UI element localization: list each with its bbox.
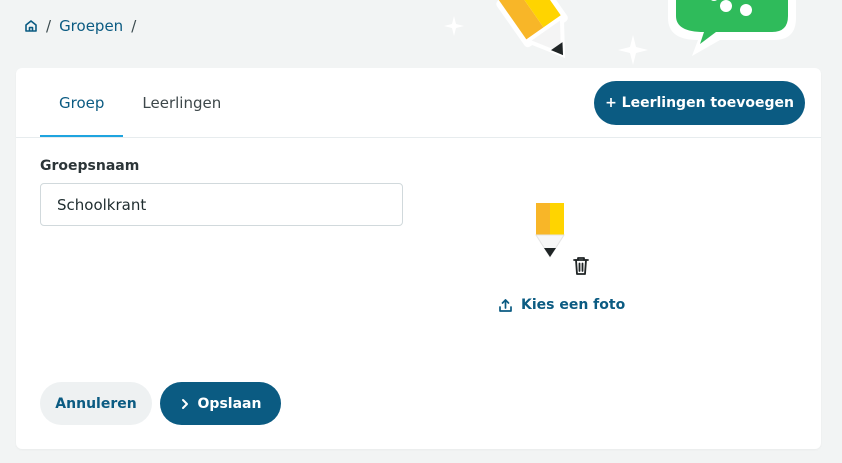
add-students-button[interactable]: + Leerlingen toevoegen (594, 81, 805, 125)
cancel-button[interactable]: Annuleren (40, 382, 152, 425)
pencil-icon (534, 202, 566, 258)
choose-photo-button[interactable]: Kies een foto (498, 297, 625, 313)
group-card: Groep Leerlingen + Leerlingen toevoegen … (16, 68, 821, 449)
tab-label: Leerlingen (142, 94, 222, 112)
choose-photo-label: Kies een foto (521, 297, 626, 313)
header-sparkle-icon (618, 35, 648, 65)
tab-label: Groep (59, 94, 105, 112)
upload-icon (499, 298, 512, 312)
home-icon[interactable] (24, 19, 38, 33)
header-chat-bubble-icon (668, 0, 796, 56)
page: / Groepen / Groep Leerlingen + Leerlinge… (0, 0, 842, 463)
breadcrumb: / Groepen / (24, 17, 136, 35)
header-pencil-icon (444, 0, 568, 59)
tab-divider (16, 137, 821, 138)
chevron-right-icon (181, 398, 188, 409)
breadcrumb-separator: / (131, 17, 137, 35)
save-label: Opslaan (197, 395, 262, 412)
breadcrumb-item-groepen[interactable]: Groepen (59, 17, 123, 35)
tab-groep[interactable]: Groep (40, 68, 124, 138)
group-name-label: Groepsnaam (40, 158, 140, 174)
tab-leerlingen[interactable]: Leerlingen (123, 68, 240, 138)
save-button[interactable]: Opslaan (160, 382, 281, 425)
trash-icon (573, 257, 589, 275)
cancel-label: Annuleren (55, 395, 137, 412)
delete-photo-button[interactable] (571, 255, 591, 277)
group-name-input[interactable] (40, 183, 403, 226)
tab-bar: Groep Leerlingen (40, 68, 240, 138)
breadcrumb-separator: / (46, 17, 52, 35)
add-students-label: + Leerlingen toevoegen (605, 95, 794, 111)
